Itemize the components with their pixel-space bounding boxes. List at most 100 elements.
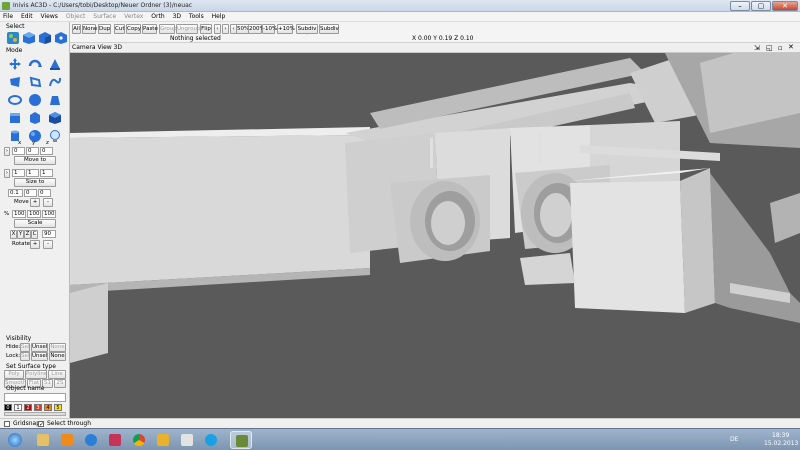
select-vertex-button[interactable]: [52, 30, 70, 46]
rotate-minus-button[interactable]: -: [43, 240, 53, 249]
taskbar-skype[interactable]: [200, 431, 222, 449]
position-y-input[interactable]: 0: [26, 147, 39, 155]
clock-date[interactable]: 15.02.2013: [764, 440, 798, 447]
move-minus-button[interactable]: -: [43, 198, 53, 207]
lock-none-button[interactable]: None: [49, 352, 66, 361]
surface-2s-button[interactable]: 2S: [54, 379, 66, 388]
hide-sel-button[interactable]: Sel: [20, 343, 30, 352]
group-button[interactable]: Group: [159, 24, 177, 34]
sweep-tool-button[interactable]: [46, 56, 64, 72]
surface-line-button[interactable]: Line: [48, 370, 66, 379]
lathe-tool-button[interactable]: [26, 74, 44, 90]
rotate-angle-input[interactable]: 90: [42, 230, 56, 238]
menu-vertex[interactable]: Vertex: [121, 12, 146, 22]
select-none-button[interactable]: None: [82, 24, 97, 34]
copy-button[interactable]: Copy: [126, 24, 141, 34]
subdiv-minus-button[interactable]: Subdiv -: [319, 24, 339, 40]
taskbar-media-player[interactable]: [56, 431, 78, 449]
3d-viewport[interactable]: Camera View 3D ⇲ ◱ ▫ ✕: [70, 43, 800, 418]
viewport-options-icon[interactable]: ⇲: [754, 44, 760, 52]
size-arrow[interactable]: ›: [4, 169, 10, 178]
scale-y-input[interactable]: 100: [27, 210, 41, 218]
move-tool-button[interactable]: [6, 56, 24, 72]
rotate-z-toggle[interactable]: Z: [24, 230, 31, 239]
position-arrow[interactable]: ›: [4, 147, 10, 156]
color-scrollbar[interactable]: [4, 412, 66, 416]
cylinder-tool-button[interactable]: [6, 128, 24, 144]
scale-button[interactable]: Scale: [14, 219, 56, 228]
taskbar-internet-explorer[interactable]: [80, 431, 102, 449]
rotate-x-toggle[interactable]: X: [10, 230, 17, 239]
rotate-y-toggle[interactable]: Y: [17, 230, 24, 239]
cube-tool-button[interactable]: [46, 110, 64, 126]
taskbar-explorer[interactable]: [32, 431, 54, 449]
scale-z-input[interactable]: 100: [42, 210, 56, 218]
move-z-input[interactable]: 0: [38, 189, 51, 197]
color-swatch-5[interactable]: 5: [54, 404, 62, 411]
zoom-plus10-button[interactable]: +10%: [277, 24, 295, 34]
size-y-input[interactable]: 1: [26, 169, 39, 177]
flip-x-button[interactable]: ‹: [214, 24, 221, 34]
color-swatch-2[interactable]: 2: [24, 404, 32, 411]
cut-button[interactable]: Cut: [114, 24, 125, 34]
close-button[interactable]: ✕: [772, 1, 798, 11]
box-tool-button[interactable]: [6, 110, 24, 126]
lock-unsel-button[interactable]: Unsel: [31, 352, 48, 361]
surface-polyline-button[interactable]: Polyline: [25, 370, 47, 379]
lock-sel-button[interactable]: Sel: [20, 352, 30, 361]
viewport-close-icon[interactable]: ✕: [788, 43, 794, 51]
taskbar-paint[interactable]: [152, 431, 174, 449]
size-to-button[interactable]: Size to: [14, 178, 56, 187]
menu-orth[interactable]: Orth: [148, 12, 167, 22]
menu-help[interactable]: Help: [209, 12, 229, 22]
sphere-tool-button[interactable]: [26, 110, 44, 126]
clock-time[interactable]: 18:39: [772, 432, 789, 439]
position-z-input[interactable]: 0: [40, 147, 53, 155]
zoom-minus10-button[interactable]: -10%: [262, 24, 277, 34]
minimize-button[interactable]: –: [730, 1, 750, 11]
select-through-checkbox[interactable]: ✓: [38, 421, 44, 428]
color-swatch-1[interactable]: 1: [14, 404, 22, 411]
mesh-tool-button[interactable]: [46, 92, 64, 108]
size-x-input[interactable]: 1: [12, 169, 25, 177]
rectangle-tool-button[interactable]: [6, 74, 24, 90]
line-tool-button[interactable]: [46, 74, 64, 90]
start-button[interactable]: [2, 431, 28, 449]
surface-poly-button[interactable]: Poly: [4, 370, 24, 379]
scale-x-input[interactable]: 100: [12, 210, 26, 218]
ungroup-button[interactable]: Ungroup: [176, 24, 201, 34]
move-to-button[interactable]: Move to: [14, 156, 56, 165]
viewport-minimize-icon[interactable]: ▫: [778, 44, 783, 52]
move-y-input[interactable]: 0: [24, 189, 37, 197]
color-swatch-3[interactable]: 3: [34, 404, 42, 411]
menu-tools[interactable]: Tools: [186, 12, 207, 22]
rotate-c-toggle[interactable]: C: [31, 230, 38, 239]
hide-unsel-button[interactable]: Unsel: [31, 343, 48, 352]
viewport-layout-icon[interactable]: ◱: [766, 44, 773, 52]
position-x-input[interactable]: 0: [12, 147, 25, 155]
menu-views[interactable]: Views: [38, 12, 61, 22]
object-name-input[interactable]: [4, 393, 66, 402]
duplicate-button[interactable]: Dup: [98, 24, 111, 34]
ellipse-tool-button[interactable]: [6, 92, 24, 108]
move-x-input[interactable]: 0.1: [8, 189, 23, 197]
menu-file[interactable]: File: [0, 12, 16, 22]
taskbar-notes[interactable]: [176, 431, 198, 449]
menu-edit[interactable]: Edit: [18, 12, 36, 22]
disk-tool-button[interactable]: [26, 92, 44, 108]
menu-object[interactable]: Object: [63, 12, 89, 22]
color-swatch-0[interactable]: 0: [4, 404, 12, 411]
hide-none-button[interactable]: None: [49, 343, 66, 352]
zoom-200-button[interactable]: 200%: [248, 24, 265, 34]
flip-button[interactable]: Flip: [200, 24, 212, 34]
color-swatch-4[interactable]: 4: [44, 404, 52, 411]
taskbar-chrome[interactable]: [128, 431, 150, 449]
menu-3d[interactable]: 3D: [170, 12, 184, 22]
menu-surface[interactable]: Surface: [90, 12, 119, 22]
language-indicator[interactable]: DE: [730, 436, 738, 443]
taskbar-app[interactable]: [104, 431, 126, 449]
size-z-input[interactable]: 1: [40, 169, 53, 177]
paste-button[interactable]: Paste: [142, 24, 158, 34]
flip-y-button[interactable]: ›: [222, 24, 229, 34]
rotate-tool-button[interactable]: [26, 56, 44, 72]
